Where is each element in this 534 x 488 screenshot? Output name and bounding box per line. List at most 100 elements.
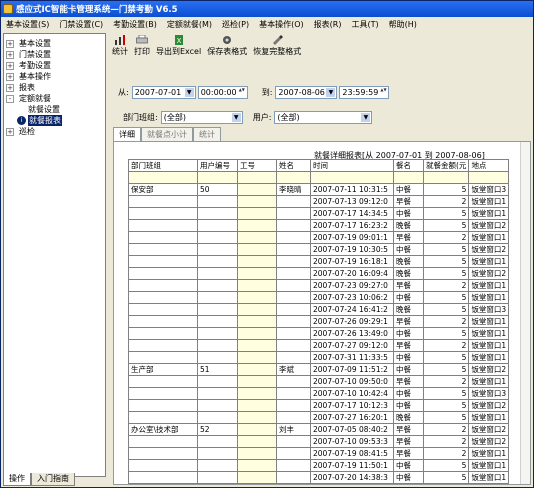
filter-cell[interactable]	[422, 171, 470, 184]
col-user-id[interactable]: 用户编号	[197, 159, 238, 172]
stats-button[interactable]: 统计	[109, 33, 131, 61]
cell-uid	[197, 338, 238, 352]
tab-operations[interactable]: 操作	[3, 473, 31, 486]
expand-icon[interactable]: +	[6, 39, 14, 48]
filter-cell[interactable]	[237, 171, 277, 184]
tree-item[interactable]: + 基本操作	[6, 71, 103, 82]
filter-cell[interactable]	[276, 171, 311, 184]
restore-format-button[interactable]: 恢复完整格式	[250, 33, 304, 61]
dept-select[interactable]: (全部)	[160, 110, 243, 124]
tab-detail[interactable]: 详细	[113, 127, 141, 141]
cell-wno	[237, 446, 277, 460]
menu-basic-ops[interactable]: 基本操作(O)	[254, 19, 309, 30]
table-row[interactable]: 2007-07-23 10:06:2 中餐 5 饭堂窗口1	[128, 290, 510, 304]
from-date-picker[interactable]: 2007-07-01	[131, 85, 196, 99]
cell-loc: 饭堂窗口1	[468, 374, 510, 388]
tree-item[interactable]: - 定额就餐	[6, 93, 103, 104]
filter-cell[interactable]	[128, 171, 198, 184]
menu-help[interactable]: 帮助(H)	[384, 19, 422, 30]
menu-attendance-settings[interactable]: 考勤设置(B)	[108, 19, 162, 30]
menu-access-settings[interactable]: 门禁设置(C)	[54, 19, 108, 30]
to-time-spinner[interactable]: 23:59:59	[339, 85, 390, 99]
table-row[interactable]: 2007-07-19 08:41:5 早餐 2 饭堂窗口1	[128, 446, 510, 460]
table-row[interactable]: 2007-07-10 09:53:3 早餐 2 饭堂窗口2	[128, 434, 510, 448]
print-button[interactable]: 打印	[131, 33, 153, 61]
user-select[interactable]: (全部)	[274, 110, 373, 124]
tab-getting-started[interactable]: 入门指南	[31, 473, 75, 486]
cell-meal: 中餐	[393, 398, 424, 412]
table-row[interactable]: 2007-07-17 14:34:5 中餐 5 饭堂窗口1	[128, 206, 510, 220]
tree-item-label: 基本操作	[19, 72, 51, 81]
col-amount[interactable]: 就餐金额(元	[422, 159, 470, 172]
tree-item[interactable]: i 就餐报表	[6, 115, 103, 126]
cell-uid	[197, 470, 238, 484]
menu-tools[interactable]: 工具(T)	[346, 19, 383, 30]
expand-icon[interactable]: +	[6, 50, 14, 59]
tab-statistics[interactable]: 统计	[193, 127, 221, 141]
tree-item[interactable]: + 报表	[6, 82, 103, 93]
table-row[interactable]: 2007-07-19 11:50:1 中餐 5 饭堂窗口1	[128, 458, 510, 472]
table-row[interactable]: 2007-07-10 10:42:4 中餐 5 饭堂窗口3	[128, 386, 510, 400]
menu-reports[interactable]: 报表(R)	[309, 19, 347, 30]
collapse-icon[interactable]: -	[6, 94, 14, 103]
table-row[interactable]: 2007-07-26 09:29:1 早餐 2 饭堂窗口1	[128, 314, 510, 328]
tree-item[interactable]: + 门禁设置	[6, 49, 103, 60]
table-row[interactable]: 2007-07-17 16:23:2 晚餐 5 饭堂窗口2	[128, 218, 510, 232]
table-row[interactable]: 2007-07-23 09:27:0 早餐 2 饭堂窗口1	[128, 278, 510, 292]
tree-item[interactable]: + 考勤设置	[6, 60, 103, 71]
table-row[interactable]: 2007-07-27 16:20:1 晚餐 5 饭堂窗口1	[128, 410, 510, 424]
tree-item[interactable]: 就餐设置	[6, 104, 103, 115]
table-row[interactable]: 2007-07-19 10:30:5 中餐 5 饭堂窗口2	[128, 242, 510, 256]
table-row[interactable]: 办公室\技术部 52 刘丰 2007-07-05 08:40:2 早餐 2 饭堂窗口2	[128, 422, 510, 436]
from-time-spinner[interactable]: 00:00:00	[197, 85, 248, 99]
save-format-button[interactable]: 保存表格式	[204, 33, 250, 61]
cell-name: 李斌	[276, 362, 311, 376]
menu-basic-settings[interactable]: 基本设置(S)	[1, 19, 54, 30]
export-excel-button[interactable]: X 导出到Excel	[153, 33, 204, 61]
col-dept[interactable]: 部门班组	[128, 159, 198, 172]
expand-icon[interactable]: +	[6, 61, 14, 70]
filter-cell[interactable]	[393, 171, 424, 184]
menu-meal[interactable]: 定额就餐(M)	[162, 19, 217, 30]
table-row[interactable]: 2007-07-10 09:50:0 早餐 2 饭堂窗口1	[128, 374, 510, 388]
vertical-scrollbar[interactable]	[520, 142, 530, 484]
cell-dept	[128, 290, 198, 304]
cell-amt: 5	[422, 254, 470, 268]
cell-dept: 保安部	[128, 182, 198, 196]
col-location[interactable]: 地点	[468, 159, 510, 172]
table-row[interactable]: 生产部 51 李斌 2007-07-09 11:51:2 中餐 5 饭堂窗口2	[128, 362, 510, 376]
table-row[interactable]: 2007-07-17 10:12:3 中餐 5 饭堂窗口2	[128, 398, 510, 412]
table-row[interactable]: 2007-07-24 16:41:2 晚餐 5 饭堂窗口3	[128, 302, 510, 316]
cell-uid: 52	[197, 422, 238, 436]
table-row[interactable]: 保安部 50 李晓晴 2007-07-11 10:31:5 中餐 5 饭堂窗口3	[128, 182, 510, 196]
table-row[interactable]: 2007-07-19 09:01:1 早餐 2 饭堂窗口1	[128, 230, 510, 244]
expand-icon[interactable]: +	[6, 127, 14, 136]
filter-cell[interactable]	[310, 171, 394, 184]
tree-item[interactable]: + 基本设置	[6, 38, 103, 49]
filter-cell[interactable]	[197, 171, 238, 184]
table-row[interactable]: 2007-07-26 13:49:0 中餐 5 饭堂窗口1	[128, 326, 510, 340]
cell-meal: 中餐	[393, 386, 424, 400]
cell-name	[276, 446, 311, 460]
table-row[interactable]: 2007-07-20 16:09:4 晚餐 5 饭堂窗口2	[128, 266, 510, 280]
table-row[interactable]: 2007-07-13 09:12:0 早餐 2 饭堂窗口1	[128, 194, 510, 208]
col-work-no[interactable]: 工号	[237, 159, 277, 172]
cell-meal: 晚餐	[393, 410, 424, 424]
expand-icon[interactable]: +	[6, 72, 14, 81]
table-row[interactable]: 2007-07-31 11:33:5 中餐 5 饭堂窗口1	[128, 350, 510, 364]
cell-loc: 饭堂窗口1	[468, 206, 510, 220]
expand-icon[interactable]: +	[6, 83, 14, 92]
col-time[interactable]: 时间	[310, 159, 394, 172]
menu-patrol[interactable]: 巡检(P)	[217, 19, 254, 30]
cell-time: 2007-07-24 16:41:2	[310, 302, 394, 316]
tree-item[interactable]: + 巡检	[6, 126, 103, 137]
col-name[interactable]: 姓名	[276, 159, 311, 172]
tab-meal-point-subtotal[interactable]: 就餐点小计	[141, 127, 193, 141]
filter-cell[interactable]	[468, 171, 510, 184]
cell-name: 刘丰	[276, 422, 311, 436]
table-row[interactable]: 2007-07-19 16:18:1 晚餐 5 饭堂窗口1	[128, 254, 510, 268]
table-row[interactable]: 2007-07-20 14:38:3 中餐 5 饭堂窗口1	[128, 470, 510, 484]
table-row[interactable]: 2007-07-27 09:12:0 早餐 2 饭堂窗口1	[128, 338, 510, 352]
col-meal[interactable]: 餐名	[393, 159, 424, 172]
to-date-picker[interactable]: 2007-08-06	[275, 85, 338, 99]
